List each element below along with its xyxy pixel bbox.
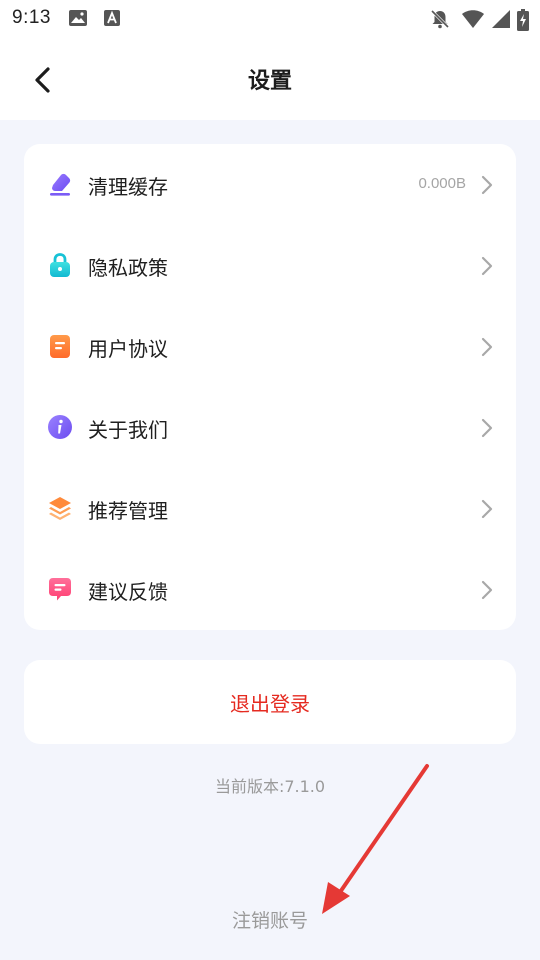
chevron-right-icon <box>481 175 493 195</box>
annotation-arrow-icon <box>322 764 429 914</box>
a-notification-icon <box>104 10 120 26</box>
menu-item-clear-cache[interactable]: 清理缓存 0.000B <box>24 144 516 225</box>
header: 设置 <box>0 38 540 120</box>
menu-item-label: 用户协议 <box>88 337 168 361</box>
logout-button[interactable]: 退出登录 <box>24 660 516 744</box>
layers-icon <box>49 497 71 520</box>
delete-account-button[interactable]: 注销账号 <box>0 906 540 933</box>
menu-item-about-us[interactable]: 关于我们 <box>24 387 516 468</box>
chevron-right-icon <box>481 337 493 357</box>
menu-item-label: 清理缓存 <box>88 175 168 199</box>
chevron-right-icon <box>481 499 493 519</box>
signal-icon <box>492 10 510 28</box>
document-icon <box>50 335 70 358</box>
version-text: 当前版本:7.1.0 <box>214 777 326 796</box>
logout-label: 退出登录 <box>230 691 310 716</box>
cache-size-value: 0.000B <box>418 175 466 192</box>
chevron-right-icon <box>481 418 493 438</box>
menu-item-label: 推荐管理 <box>88 499 168 523</box>
battery-charging-icon <box>517 9 529 31</box>
settings-card: 清理缓存 0.000B 隐私政策 用户协议 关于我们 推荐管理 建议反馈 <box>24 144 516 630</box>
chevron-right-icon <box>481 256 493 276</box>
wifi-icon <box>462 10 484 28</box>
menu-item-privacy-policy[interactable]: 隐私政策 <box>24 225 516 306</box>
menu-item-recommendation-management[interactable]: 推荐管理 <box>24 468 516 549</box>
info-icon <box>48 415 72 439</box>
menu-item-label: 建议反馈 <box>88 580 168 604</box>
status-bar: 9:13 <box>0 0 540 38</box>
menu-item-feedback[interactable]: 建议反馈 <box>24 549 516 630</box>
menu-item-user-agreement[interactable]: 用户协议 <box>24 306 516 387</box>
menu-item-label: 隐私政策 <box>88 256 168 280</box>
feedback-icon <box>49 578 71 601</box>
image-notification-icon <box>69 10 87 26</box>
lock-icon <box>50 253 70 277</box>
page-title: 设置 <box>247 69 292 94</box>
bell-off-icon <box>430 9 450 29</box>
chevron-right-icon <box>481 580 493 600</box>
menu-item-label: 关于我们 <box>88 418 168 442</box>
status-time: 9:13 <box>12 7 51 28</box>
eraser-icon <box>50 173 71 196</box>
